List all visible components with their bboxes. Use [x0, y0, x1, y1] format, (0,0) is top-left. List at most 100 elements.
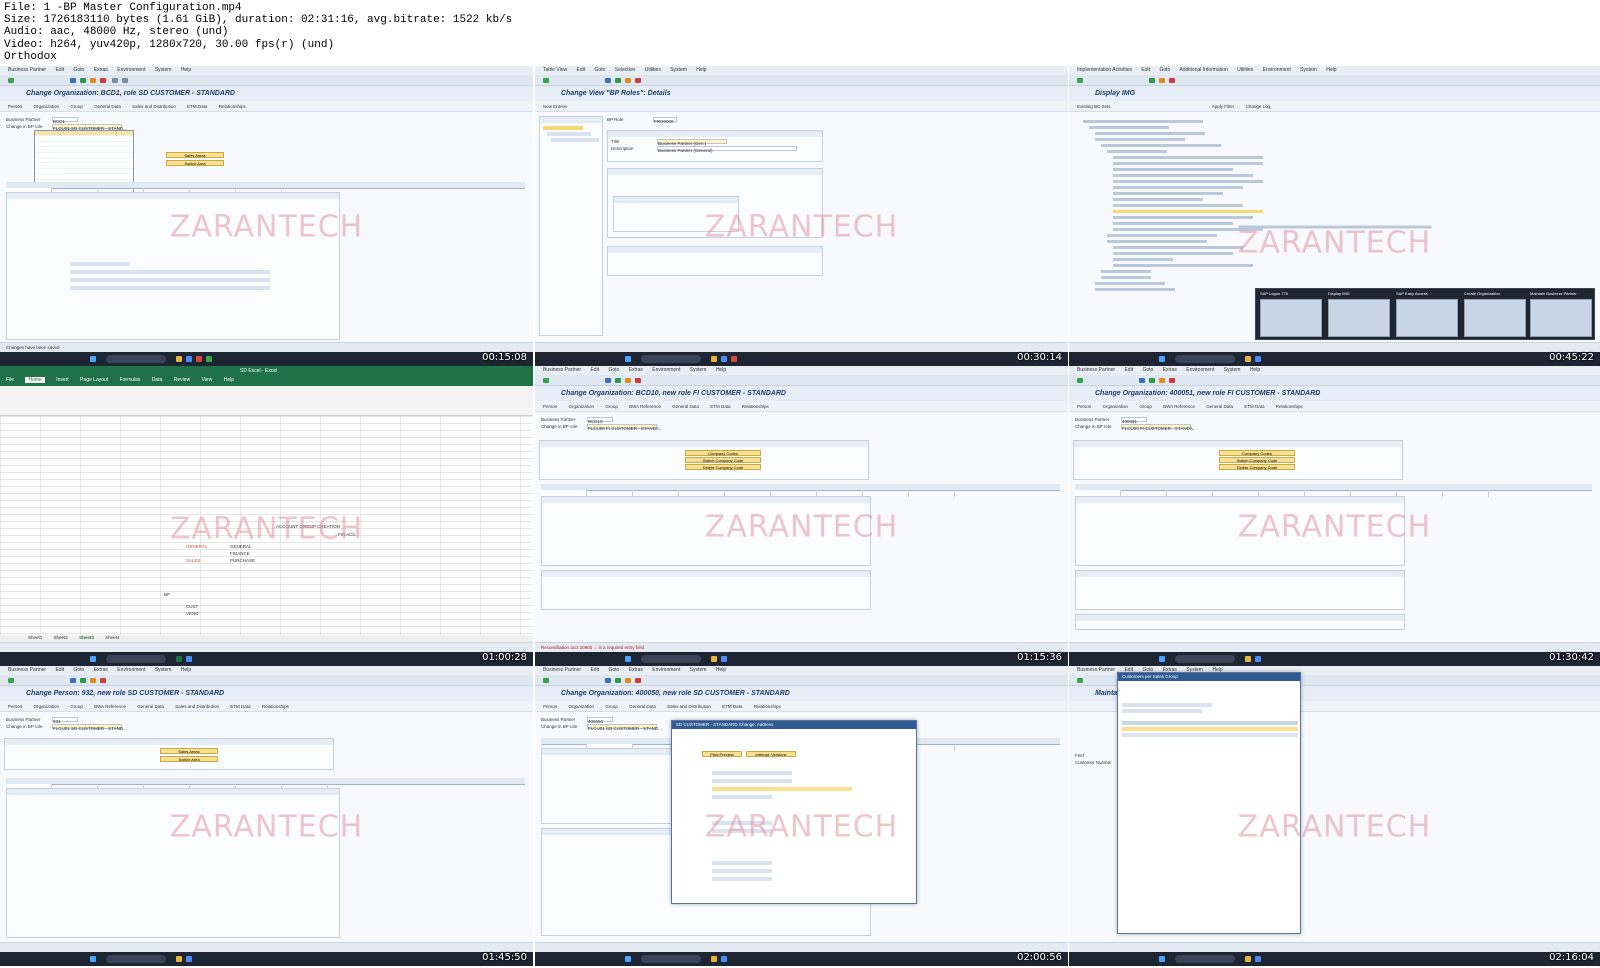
start-icon[interactable]: [625, 356, 631, 362]
ribbon-tab[interactable]: Data: [152, 377, 163, 383]
window-preview[interactable]: [1396, 299, 1458, 337]
enter-icon[interactable]: [1077, 678, 1083, 683]
toolbar-button[interactable]: Person: [1077, 404, 1091, 409]
toolbar-button[interactable]: Organization: [1103, 404, 1129, 409]
start-icon[interactable]: [90, 956, 96, 962]
sheet-tab[interactable]: Sheet3: [79, 635, 94, 640]
menu-item[interactable]: System: [155, 667, 172, 673]
toolbar-button[interactable]: Group: [605, 404, 618, 409]
start-icon[interactable]: [625, 956, 631, 962]
cancel-icon[interactable]: [100, 78, 106, 83]
save-icon[interactable]: [605, 378, 611, 383]
menu-item[interactable]: Implementation Activities: [1077, 67, 1132, 73]
menu-item[interactable]: Edit: [55, 667, 64, 673]
app-icon[interactable]: [1245, 656, 1251, 662]
menu-item[interactable]: Extras: [629, 367, 643, 373]
menu-item[interactable]: Business Partner: [1077, 367, 1115, 373]
field-value[interactable]: BCD1: [52, 117, 78, 124]
toolbar-button[interactable]: Relationships: [742, 404, 769, 409]
toolbar-button[interactable]: Relationships: [262, 704, 289, 709]
toolbar-button[interactable]: Organization: [569, 704, 595, 709]
app-icon[interactable]: [186, 656, 192, 662]
taskbar-search[interactable]: [641, 355, 701, 363]
menu-item[interactable]: Goto: [595, 67, 606, 73]
back-icon[interactable]: [615, 378, 621, 383]
exit-icon[interactable]: [625, 78, 631, 83]
start-icon[interactable]: [625, 656, 631, 662]
tab-strip[interactable]: [6, 182, 525, 195]
sheet-tab[interactable]: Sheet4: [105, 635, 119, 640]
menu-item[interactable]: Extras: [629, 667, 643, 673]
save-icon[interactable]: [70, 78, 76, 83]
tab-strip[interactable]: [1075, 484, 1592, 497]
toolbar-button[interactable]: ETM Data: [1244, 404, 1264, 409]
menu-item[interactable]: Edit: [576, 67, 585, 73]
toolbar-button[interactable]: General Data: [94, 104, 121, 109]
enter-icon[interactable]: [1077, 78, 1083, 83]
taskbar-search[interactable]: [1175, 355, 1235, 363]
exit-icon[interactable]: [90, 678, 96, 683]
company-codes-button[interactable]: Company Codes: [685, 450, 761, 456]
toolbar-button[interactable]: Existing BC Sets: [1077, 104, 1111, 109]
enter-icon[interactable]: [543, 378, 549, 383]
exit-icon[interactable]: [90, 78, 96, 83]
toolbar-button[interactable]: Apply Filter: [1212, 104, 1235, 109]
toolbar-button[interactable]: Relationships: [754, 704, 781, 709]
menu-item[interactable]: Edit: [1124, 367, 1133, 373]
back-icon[interactable]: [1149, 78, 1155, 83]
toolbar-button[interactable]: BWA Reference: [94, 704, 126, 709]
save-icon[interactable]: [1139, 378, 1145, 383]
internat-versions-button[interactable]: Internat. Versions: [746, 751, 796, 757]
menu-item[interactable]: Selection: [615, 67, 636, 73]
menu-item[interactable]: System: [155, 67, 172, 73]
app-icon[interactable]: [1245, 956, 1251, 962]
role-select[interactable]: FLCU01 SD CUSTOMER - STAND...: [52, 124, 127, 131]
menu-item[interactable]: Edit: [1141, 67, 1150, 73]
ribbon-tab[interactable]: View: [202, 377, 213, 383]
taskbar-search[interactable]: [1175, 955, 1235, 963]
field-value[interactable]: BCD10: [587, 417, 613, 424]
menu-item[interactable]: Goto: [73, 67, 84, 73]
exit-icon[interactable]: [1159, 78, 1165, 83]
app-icon[interactable]: [1245, 356, 1251, 362]
toolbar-button[interactable]: Sales and Distribution: [132, 104, 176, 109]
toolbar-button[interactable]: Relationships: [1276, 404, 1303, 409]
menu-item[interactable]: System: [670, 67, 687, 73]
app-icon[interactable]: [196, 356, 202, 362]
window-preview[interactable]: [1464, 299, 1526, 337]
taskbar-search[interactable]: [106, 655, 166, 663]
ribbon-tab[interactable]: File: [6, 377, 14, 383]
toolbar-button[interactable]: Group: [1139, 404, 1152, 409]
back-icon[interactable]: [615, 78, 621, 83]
menu-item[interactable]: Business Partner: [1077, 667, 1115, 673]
spreadsheet-grid[interactable]: ACCOUNT GROUP CREATION FIN ACC GENERAL G…: [0, 416, 533, 642]
ribbon-tab[interactable]: Formulas: [120, 377, 141, 383]
toolbar-button[interactable]: Sales and Distribution: [667, 704, 711, 709]
role-select[interactable]: FLCU00 FI CUSTOMER - STANDA...: [1121, 424, 1197, 431]
delete-company-code-button[interactable]: Delete Company Code: [1219, 464, 1295, 470]
sales-areas-button[interactable]: Sales Areas: [160, 748, 218, 754]
app-icon[interactable]: [721, 656, 727, 662]
excel-ribbon-tools[interactable]: [0, 386, 533, 416]
toolbar-button[interactable]: Relationships: [219, 104, 246, 109]
sales-areas-button[interactable]: Sales Areas: [166, 152, 224, 158]
app-icon[interactable]: [721, 356, 727, 362]
toolbar-button[interactable]: Organization: [569, 404, 595, 409]
title-field[interactable]: Business Partner (Gen.): [657, 139, 727, 146]
menu-item[interactable]: Edit: [590, 367, 599, 373]
toolbar-button[interactable]: General Data: [672, 404, 699, 409]
toolbar-button[interactable]: BWA Reference: [1163, 404, 1195, 409]
menu-item[interactable]: Help: [716, 667, 726, 673]
sheet-tab[interactable]: Sheet2: [54, 635, 68, 640]
menu-item[interactable]: Environment: [117, 67, 145, 73]
change-address-dialog[interactable]: SD CUSTOMER - STANDARD Change: Address P…: [671, 720, 917, 904]
print-icon[interactable]: [112, 78, 118, 83]
tab-strip[interactable]: [541, 484, 1060, 497]
menu-item[interactable]: Edit: [590, 667, 599, 673]
app-icon[interactable]: [711, 356, 717, 362]
sheet-tab[interactable]: Sheet1: [28, 635, 42, 640]
customers-per-sales-group-dialog[interactable]: Customers per Sales Group: [1117, 672, 1301, 934]
cancel-icon[interactable]: [635, 378, 641, 383]
app-icon[interactable]: [176, 356, 182, 362]
app-icon[interactable]: [711, 656, 717, 662]
